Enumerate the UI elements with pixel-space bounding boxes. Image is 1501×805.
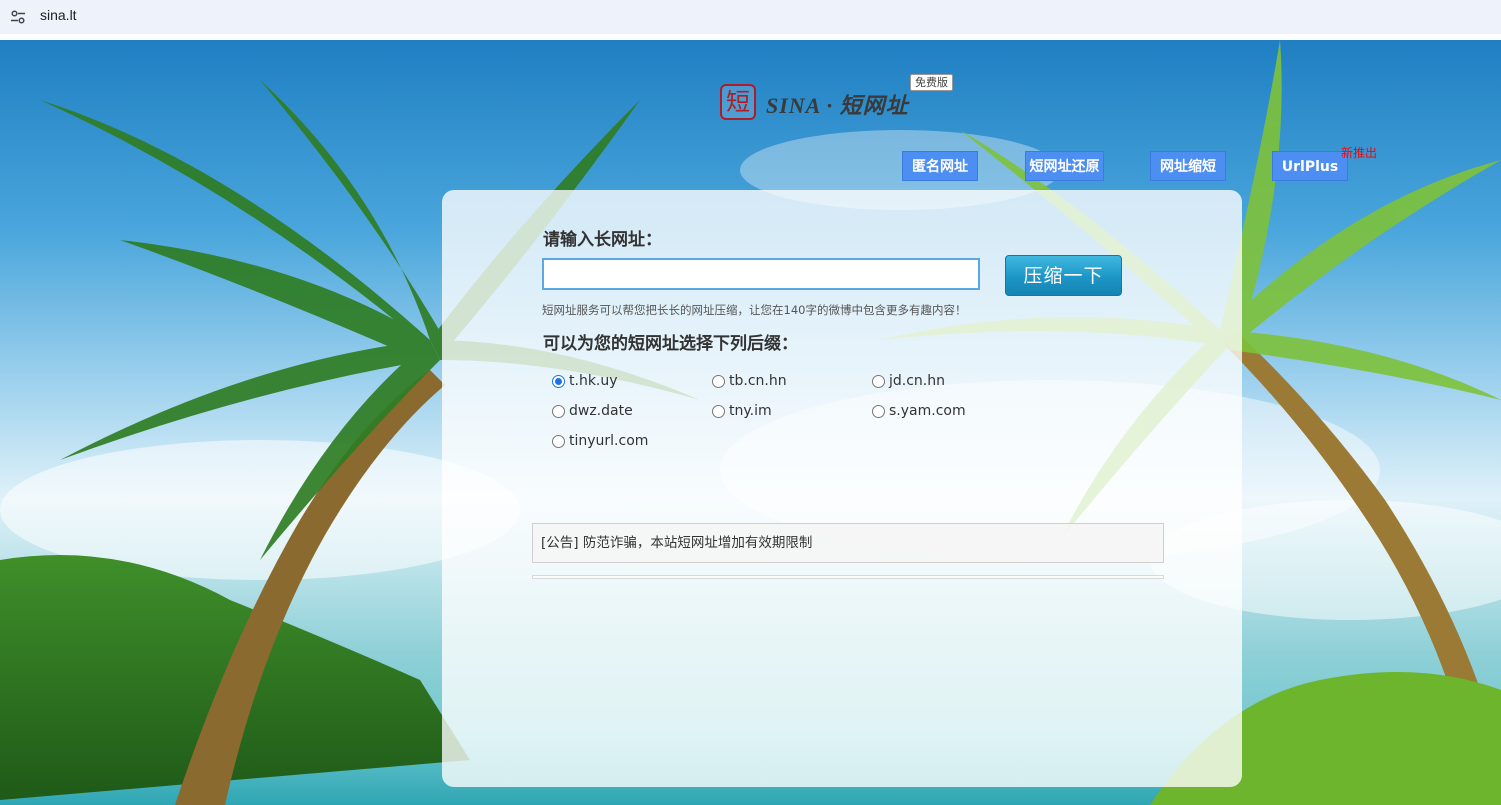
nav-urlplus-button[interactable]: UrlPlus (1272, 151, 1348, 181)
nav-url-restore-button[interactable]: 短网址还原 (1025, 151, 1104, 181)
suffix-label: jd.cn.hn (889, 373, 945, 389)
suffix-label: tinyurl.com (569, 433, 649, 449)
radio-unselected[interactable] (712, 405, 725, 418)
suffix-label: tb.cn.hn (729, 373, 787, 389)
service-hint: 短网址服务可以帮您把长长的网址压缩，让您在140字的微博中包含更多有趣内容！ (542, 303, 967, 317)
tune-icon[interactable] (10, 9, 26, 25)
browser-address-bar: sina.lt (0, 0, 1501, 34)
shortener-panel: 请输入长网址： 压缩一下 短网址服务可以帮您把长长的网址压缩，让您在140字的微… (442, 190, 1242, 787)
free-version-badge: 免费版 (910, 74, 953, 91)
radio-unselected[interactable] (872, 375, 885, 388)
address-text[interactable]: sina.lt (40, 7, 77, 23)
long-url-input[interactable] (542, 258, 980, 290)
radio-unselected[interactable] (552, 405, 565, 418)
new-launch-badge: 新推出 (1341, 146, 1378, 160)
page-viewport: 短 SINA · 短网址 免费版 匿名网址 短网址还原 网址缩短 UrlPlus… (0, 40, 1501, 805)
notice-divider (532, 575, 1164, 579)
logo-seal: 短 (720, 84, 756, 120)
suffix-label: dwz.date (569, 403, 633, 419)
radio-selected[interactable] (552, 375, 565, 388)
suffix-label: tny.im (729, 403, 772, 419)
nav-url-shorten-button[interactable]: 网址缩短 (1150, 151, 1226, 181)
suffix-heading: 可以为您的短网址选择下列后缀： (543, 334, 798, 354)
suffix-label: s.yam.com (889, 403, 966, 419)
radio-unselected[interactable] (872, 405, 885, 418)
logo-wordmark: SINA · 短网址 (766, 93, 909, 118)
radio-unselected[interactable] (552, 435, 565, 448)
radio-unselected[interactable] (712, 375, 725, 388)
shorten-button[interactable]: 压缩一下 (1005, 255, 1122, 296)
suffix-label: t.hk.uy (569, 373, 618, 389)
announcement-notice[interactable]: [公告] 防范诈骗，本站短网址增加有效期限制 (532, 523, 1164, 563)
long-url-heading: 请输入长网址： (543, 230, 662, 250)
nav-anonymous-url-button[interactable]: 匿名网址 (902, 151, 978, 181)
